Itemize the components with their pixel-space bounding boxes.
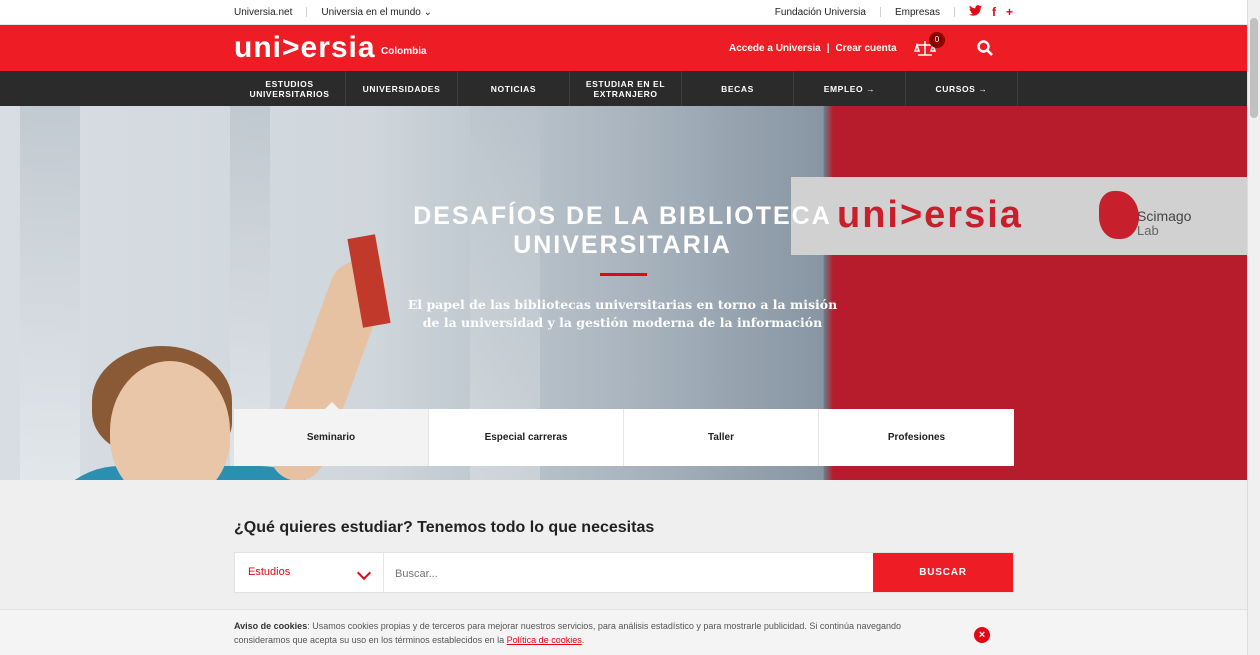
universia-net-link[interactable]: Universia.net [234,7,292,18]
main-nav: ESTUDIOS UNIVERSITARIOS UNIVERSIDADES NO… [0,71,1247,106]
register-link[interactable]: Crear cuenta [836,43,897,54]
cookie-label: Aviso de cookies [234,621,308,631]
nav-extranjero[interactable]: ESTUDIAR EN EL EXTRANJERO [570,71,682,106]
universia-partner-logo: uni>ersia [837,194,1023,236]
separator: | [826,43,830,54]
tab-taller[interactable]: Taller [624,409,819,466]
empresas-link[interactable]: Empresas [895,7,940,18]
utility-bar: Universia.net Universia en el mundo ⌄ Fu… [0,0,1247,25]
hero-tabs: Seminario Especial carreras Taller Profe… [234,409,1014,466]
search-bar: Estudios BUSCAR [234,552,1014,594]
page: Universia.net Universia en el mundo ⌄ Fu… [0,0,1247,655]
fundacion-link[interactable]: Fundación Universia [775,7,866,18]
close-icon[interactable]: × [974,627,990,643]
scimago-logo: Scimago Lab [1099,187,1209,247]
nav-cursos[interactable]: CURSOS → [906,71,1018,106]
facebook-icon[interactable]: f [992,5,996,19]
twitter-icon[interactable] [968,5,982,19]
divider [953,7,955,17]
nav-empleo[interactable]: EMPLEO → [794,71,906,106]
nav-estudios[interactable]: ESTUDIOS UNIVERSITARIOS [234,71,346,106]
search-button[interactable]: BUSCAR [873,553,1013,592]
scimago-logo-icon [1099,191,1139,239]
tab-profesiones[interactable]: Profesiones [819,409,1014,466]
active-tab-arrow [325,402,339,409]
cookie-policy-link[interactable]: Política de cookies [507,635,582,645]
nav-noticias[interactable]: NOTICIAS [458,71,570,106]
study-type-select[interactable]: Estudios [235,553,384,592]
scimago-lab-text: Lab [1137,223,1159,238]
plus-icon[interactable]: + [1006,5,1013,19]
account-links: Accede a Universia | Crear cuenta [729,43,897,54]
nav-becas[interactable]: BECAS [682,71,794,106]
search-input[interactable] [387,553,877,594]
hero-title: DESAFÍOS DE LA BIBLIOTECA UNIVERSITARIA [413,202,832,259]
tab-especial-carreras[interactable]: Especial carreras [429,409,624,466]
hero-banner[interactable]: uni>ersia Scimago Lab DESAFÍOS DE LA BIB… [0,106,1247,480]
divider [306,7,308,17]
universia-logo[interactable]: uni>ersia [234,33,376,63]
scimago-text: Scimago [1137,208,1192,224]
cookie-text-end: . [581,635,585,645]
site-header: uni>ersia Colombia Accede a Universia | … [0,25,1247,71]
hero-divider [600,273,647,276]
scrollbar[interactable] [1247,0,1260,655]
universia-world-dropdown[interactable]: Universia en el mundo ⌄ [321,7,432,18]
chevron-down-icon [356,565,372,581]
hero-shelf-image [20,106,80,480]
cookie-text-block: Aviso de cookies: Usamos cookies propias… [234,619,934,647]
scrollbar-thumb[interactable] [1250,18,1258,118]
login-link[interactable]: Accede a Universia [729,43,821,54]
select-value: Estudios [248,566,291,578]
nav-universidades[interactable]: UNIVERSIDADES [346,71,458,106]
partner-logos: uni>ersia Scimago Lab [791,177,1247,255]
country-label: Colombia [381,46,427,57]
tab-seminario[interactable]: Seminario [234,409,429,466]
compare-count-badge: 0 [929,32,945,48]
search-heading: ¿Qué quieres estudiar? Tenemos todo lo q… [234,519,655,536]
divider [879,7,881,17]
hero-subtitle: El papel de las bibliotecas universitari… [407,297,838,330]
cookie-notice: Aviso de cookies: Usamos cookies propias… [0,609,1247,655]
search-icon[interactable] [976,39,994,57]
